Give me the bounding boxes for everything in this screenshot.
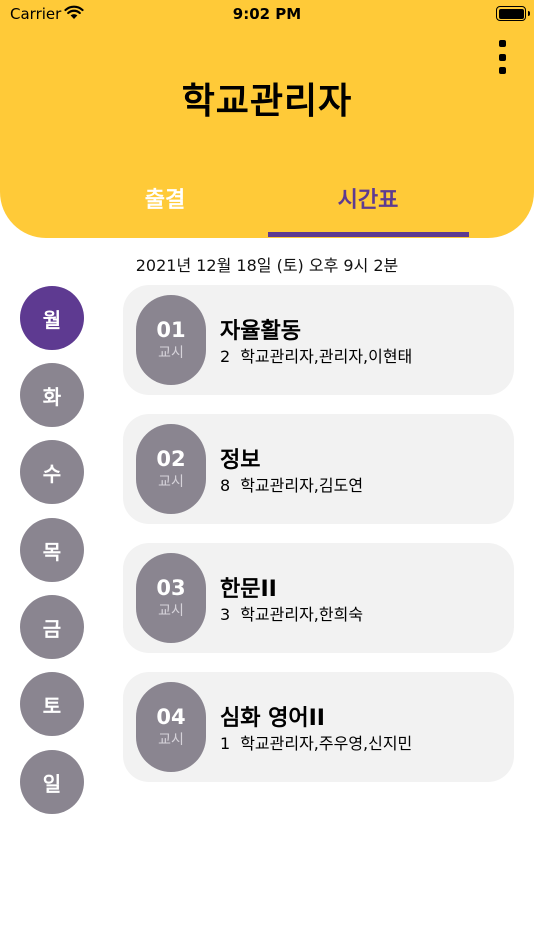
- teacher-list: 학교관리자,김도연: [240, 476, 364, 495]
- period-card[interactable]: 04 교시 심화 영어II 1 학교관리자,주우영,신지민: [123, 672, 514, 782]
- period-card[interactable]: 01 교시 자율활동 2 학교관리자,관리자,이현태: [123, 285, 514, 395]
- period-card[interactable]: 02 교시 정보 8 학교관리자,김도연: [123, 414, 514, 524]
- room-number: 8: [220, 476, 231, 495]
- battery-icon: [496, 6, 530, 21]
- app-header: Carrier 9:02 PM 학교관리자 출결 시간표: [0, 0, 534, 238]
- teacher-list: 학교관리자,한희숙: [240, 605, 364, 624]
- period-badge: 04 교시: [136, 682, 206, 772]
- period-number: 01: [156, 318, 186, 342]
- period-unit: 교시: [158, 345, 184, 361]
- more-menu-icon[interactable]: [494, 40, 510, 74]
- day-button-sat[interactable]: 토: [20, 672, 84, 736]
- period-badge: 03 교시: [136, 553, 206, 643]
- tab-timetable[interactable]: 시간표: [268, 182, 468, 214]
- subject-name: 한문II: [220, 577, 277, 602]
- status-time: 9:02 PM: [232, 5, 302, 23]
- day-button-mon[interactable]: 월: [20, 286, 84, 350]
- period-unit: 교시: [158, 474, 184, 490]
- period-number: 03: [156, 576, 186, 600]
- teacher-list: 학교관리자,주우영,신지민: [240, 734, 413, 753]
- status-bar: Carrier 9:02 PM: [0, 0, 534, 30]
- room-number: 2: [220, 347, 231, 366]
- subject-name: 정보: [220, 448, 261, 473]
- period-unit: 교시: [158, 732, 184, 748]
- day-button-wed[interactable]: 수: [20, 440, 84, 504]
- teacher-list: 학교관리자,관리자,이현태: [240, 347, 413, 366]
- subject-name: 자율활동: [220, 319, 301, 344]
- day-button-sun[interactable]: 일: [20, 750, 84, 814]
- period-unit: 교시: [158, 603, 184, 619]
- period-badge: 02 교시: [136, 424, 206, 514]
- period-info: 3 학교관리자,한희숙: [220, 601, 363, 625]
- period-info: 8 학교관리자,김도연: [220, 472, 363, 496]
- tab-attendance[interactable]: 출결: [65, 182, 265, 214]
- period-number: 04: [156, 705, 186, 729]
- period-info: 1 학교관리자,주우영,신지민: [220, 730, 412, 754]
- day-button-tue[interactable]: 화: [20, 363, 84, 427]
- current-datetime: 2021년 12월 18일 (토) 오후 9시 2분: [135, 256, 399, 275]
- day-button-thu[interactable]: 목: [20, 518, 84, 582]
- period-card[interactable]: 03 교시 한문II 3 학교관리자,한희숙: [123, 543, 514, 653]
- page-title: 학교관리자: [181, 81, 353, 122]
- subject-name: 심화 영어II: [220, 706, 325, 731]
- room-number: 3: [220, 605, 231, 624]
- room-number: 1: [220, 734, 231, 753]
- period-info: 2 학교관리자,관리자,이현태: [220, 343, 412, 367]
- active-tab-indicator: [268, 232, 469, 237]
- day-button-fri[interactable]: 금: [20, 595, 84, 659]
- period-number: 02: [156, 447, 186, 471]
- period-badge: 01 교시: [136, 295, 206, 385]
